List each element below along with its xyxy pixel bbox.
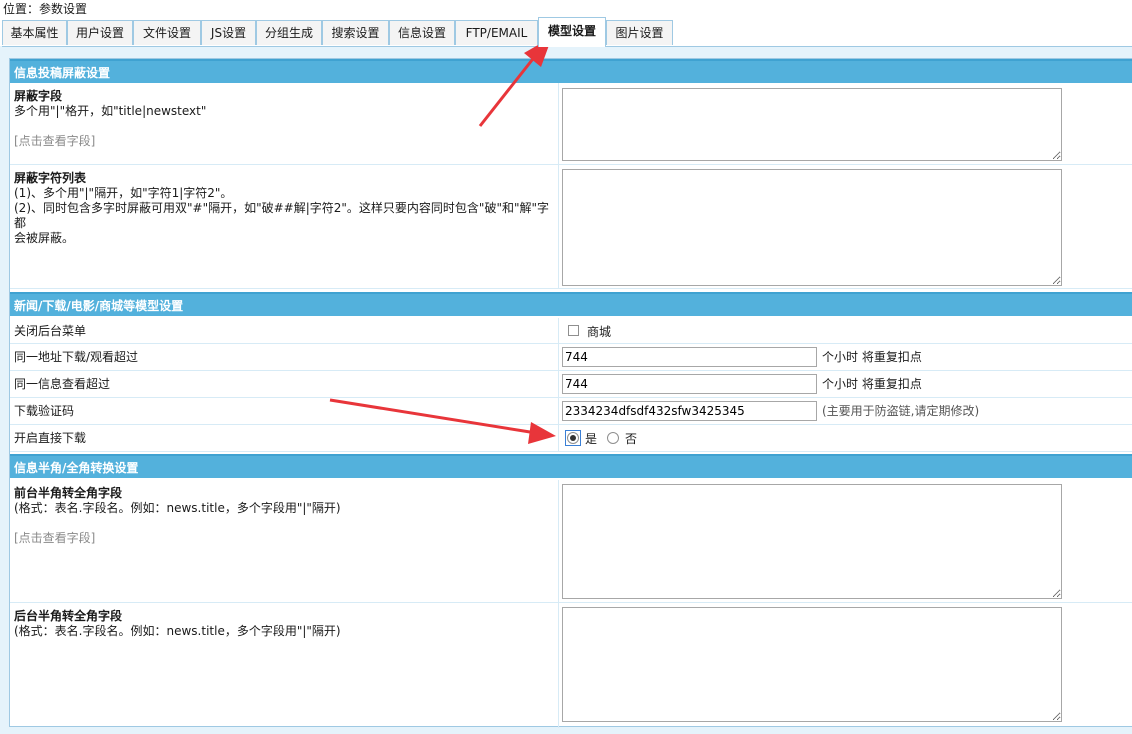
close-menu-label: 关闭后台菜单	[14, 324, 87, 338]
tab-search[interactable]: 搜索设置	[322, 20, 389, 45]
front-view-fields-link[interactable]: [点击查看字段]	[14, 531, 95, 545]
shield-fields-textarea[interactable]	[562, 88, 1062, 161]
tab-model[interactable]: 模型设置	[538, 17, 606, 47]
settings-panel: 信息投稿屏蔽设置 屏蔽字段 多个用"|"格开，如"title|newstext"…	[9, 58, 1132, 728]
front-width-textarea[interactable]	[562, 484, 1062, 599]
direct-download-no-radio[interactable]	[607, 432, 619, 444]
shield-chars-line3: 会被屏蔽。	[14, 231, 75, 245]
download-captcha-suffix: (主要用于防盗链,请定期修改)	[822, 404, 980, 418]
view-exceed-input[interactable]	[562, 374, 817, 394]
row-back-width: 后台半角转全角字段 (格式：表名.字段名。例如：news.title，多个字段用…	[10, 603, 1132, 728]
tab-js[interactable]: JS设置	[201, 20, 256, 45]
shield-chars-line2: (2)、同时包含多字时屏蔽可用双"#"隔开，如"破##解|字符2"。这样只要内容…	[14, 201, 549, 230]
download-exceed-input[interactable]	[562, 347, 817, 367]
tab-ftp-email[interactable]: FTP/EMAIL	[455, 20, 538, 45]
mall-checkbox-label: 商城	[587, 325, 612, 339]
tab-group-generate[interactable]: 分组生成	[256, 20, 322, 45]
row-close-menu: 关闭后台菜单 商城	[10, 318, 1132, 344]
shield-fields-label: 屏蔽字段 多个用"|"格开，如"title|newstext" [点击查看字段]	[14, 89, 206, 149]
front-width-label: 前台半角转全角字段 (格式：表名.字段名。例如：news.title，多个字段用…	[14, 486, 341, 546]
view-exceed-label: 同一信息查看超过	[14, 377, 111, 391]
shield-fields-desc: 多个用"|"格开，如"title|newstext"	[14, 104, 207, 118]
view-fields-link[interactable]: [点击查看字段]	[14, 134, 95, 148]
breadcrumb: 位置：参数设置	[3, 2, 88, 16]
direct-download-yes-label: 是	[585, 432, 598, 446]
shield-chars-label: 屏蔽字符列表 (1)、多个用"|"隔开，如"字符1|字符2"。 (2)、同时包含…	[14, 171, 554, 246]
front-width-title: 前台半角转全角字段	[14, 486, 123, 500]
direct-download-yes-radio[interactable]	[567, 432, 579, 444]
mall-checkbox[interactable]	[568, 325, 579, 336]
row-shield-chars: 屏蔽字符列表 (1)、多个用"|"隔开，如"字符1|字符2"。 (2)、同时包含…	[10, 165, 1132, 289]
row-download-captcha: 下载验证码 (主要用于防盗链,请定期修改)	[10, 398, 1132, 425]
row-shield-fields: 屏蔽字段 多个用"|"格开，如"title|newstext" [点击查看字段]	[10, 83, 1132, 165]
front-width-desc: (格式：表名.字段名。例如：news.title，多个字段用"|"隔开)	[14, 501, 341, 515]
row-download-exceed: 同一地址下载/观看超过 个小时 将重复扣点	[10, 344, 1132, 371]
shield-chars-line1: (1)、多个用"|"隔开，如"字符1|字符2"。	[14, 186, 233, 200]
tab-basic[interactable]: 基本属性	[2, 20, 67, 45]
shield-fields-title: 屏蔽字段	[14, 89, 63, 103]
tab-user[interactable]: 用户设置	[67, 20, 133, 45]
section-header-width: 信息半角/全角转换设置	[10, 454, 1132, 478]
download-exceed-suffix: 个小时 将重复扣点	[822, 350, 922, 364]
shield-chars-title: 屏蔽字符列表	[14, 171, 87, 185]
row-direct-download: 开启直接下载 是 否	[10, 425, 1132, 452]
back-width-label: 后台半角转全角字段 (格式：表名.字段名。例如：news.title，多个字段用…	[14, 609, 341, 639]
tab-file[interactable]: 文件设置	[133, 20, 201, 45]
back-width-title: 后台半角转全角字段	[14, 609, 123, 623]
back-width-textarea[interactable]	[562, 607, 1062, 722]
download-captcha-input[interactable]	[562, 401, 817, 421]
row-front-width: 前台半角转全角字段 (格式：表名.字段名。例如：news.title，多个字段用…	[10, 480, 1132, 603]
direct-download-label: 开启直接下载	[14, 431, 87, 445]
download-exceed-label: 同一地址下载/观看超过	[14, 350, 139, 364]
shield-chars-textarea[interactable]	[562, 169, 1062, 286]
back-width-desc: (格式：表名.字段名。例如：news.title，多个字段用"|"隔开)	[14, 624, 341, 638]
download-captcha-label: 下载验证码	[14, 404, 75, 418]
direct-download-no-label: 否	[625, 432, 638, 446]
section-header-shield: 信息投稿屏蔽设置	[10, 59, 1132, 83]
section-header-model: 新闻/下载/电影/商城等模型设置	[10, 292, 1132, 316]
view-exceed-suffix: 个小时 将重复扣点	[822, 377, 922, 391]
tab-image[interactable]: 图片设置	[606, 20, 673, 45]
tab-info[interactable]: 信息设置	[389, 20, 455, 45]
row-view-exceed: 同一信息查看超过 个小时 将重复扣点	[10, 371, 1132, 398]
settings-tabbar: 基本属性 用户设置 文件设置 JS设置 分组生成 搜索设置 信息设置 FTP/E…	[2, 17, 1132, 47]
